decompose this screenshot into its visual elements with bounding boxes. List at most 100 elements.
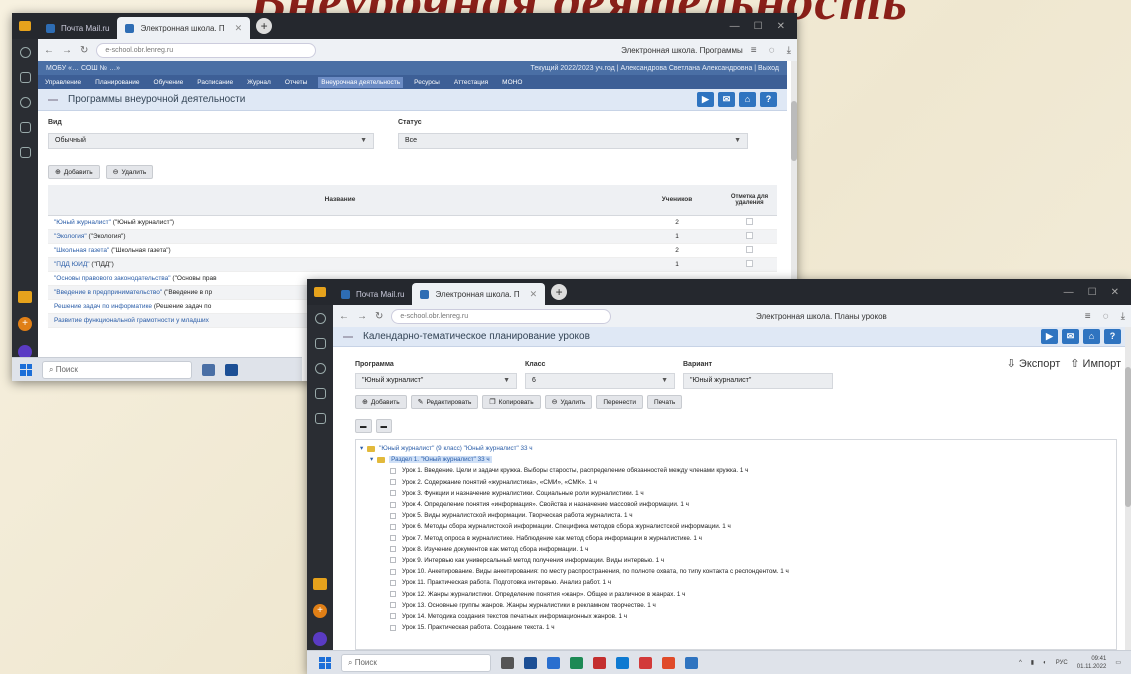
export-link[interactable]: ⇩ Экспорт — [1007, 357, 1061, 370]
new-tab-icon[interactable]: + — [551, 284, 568, 300]
expand-all-icon[interactable]: ▬ — [375, 419, 392, 433]
download-icon[interactable]: ⤓ — [787, 45, 791, 56]
windows-start-icon[interactable] — [319, 656, 331, 669]
tray-chevron-icon[interactable]: ^ — [1019, 660, 1022, 666]
sidebar-plus-icon[interactable]: + — [18, 317, 32, 331]
lesson-item[interactable]: Урок 12. Жанры журналистики. Определение… — [356, 588, 1116, 599]
reload-icon[interactable]: ↻ — [80, 45, 88, 56]
class-select[interactable]: 6 ▼ — [525, 373, 675, 389]
window-close-icon[interactable]: ✕ — [777, 21, 785, 32]
sidebar-downloads-icon[interactable] — [314, 388, 326, 399]
app-red-icon[interactable] — [593, 656, 606, 669]
back-arrow-icon[interactable]: ← — [44, 45, 54, 56]
lesson-item[interactable]: Урок 14. Методика создания текстов печат… — [356, 611, 1116, 622]
view-select[interactable]: Обычный ▼ — [48, 133, 374, 149]
taskview-icon[interactable] — [501, 656, 514, 669]
yandex-icon[interactable] — [639, 656, 652, 669]
taskview-icon[interactable] — [202, 363, 215, 376]
table-row[interactable]: "Школьная газета" ("Школьная газета") 2 — [48, 243, 777, 258]
row-checkbox[interactable] — [746, 259, 753, 267]
sidebar-add-icon[interactable] — [314, 363, 326, 374]
front-tab-mail[interactable]: Почта Mail.ru — [333, 283, 412, 305]
status-select[interactable]: Все ▼ — [398, 133, 748, 149]
maximize-icon[interactable]: ☐ — [754, 21, 763, 32]
language-icon[interactable]: РУС — [1056, 660, 1068, 666]
lesson-item[interactable]: Урок 13. Основные группы жанров. Жанры ж… — [356, 600, 1116, 611]
word-icon[interactable] — [685, 656, 698, 669]
front-tab-eschool[interactable]: Электронная школа. П ✕ — [412, 283, 546, 305]
extensions-icon[interactable]: ◌ — [769, 45, 775, 56]
menu-item-active[interactable]: Внеурочная деятельность — [318, 76, 404, 88]
menu-item[interactable]: Отчеты — [282, 77, 310, 88]
back-tab-mail[interactable]: Почта Mail.ru — [38, 17, 117, 39]
menu-item[interactable]: Ресурсы — [411, 77, 443, 88]
program-select[interactable]: "Юный журналист" ▼ — [355, 373, 517, 389]
chat-button[interactable]: ✉ — [1062, 329, 1079, 344]
taskbar-search-input[interactable]: ⌕ Поиск — [42, 360, 192, 379]
minimize-icon[interactable]: — — [1064, 287, 1074, 298]
menu-item[interactable]: Журнал — [244, 77, 274, 88]
lesson-item[interactable]: Урок 9. Интервью как универсальный метод… — [356, 555, 1116, 566]
front-scrollbar[interactable] — [1125, 327, 1131, 650]
lesson-checkbox[interactable] — [390, 591, 396, 598]
lesson-item[interactable]: Урок 11. Практическая работа. Подготовка… — [356, 577, 1116, 588]
tree-root[interactable]: ▾ "Юный журналист" (9 класс) "Юный журнал… — [356, 443, 1116, 454]
tree-section[interactable]: ▾ Раздел 1. "Юный журналист" 33 ч — [356, 454, 1116, 465]
add-button[interactable]: ⊕ Добавить — [355, 395, 407, 409]
table-row[interactable]: "ПДД ЮИД" ("ПДД") 1 — [48, 257, 777, 272]
url-input[interactable]: e-school.obr.lenreg.ru — [96, 42, 317, 58]
extensions-icon[interactable]: ◌ — [1103, 311, 1109, 322]
sidebar-screen-icon[interactable] — [314, 413, 326, 424]
app-green-icon[interactable] — [570, 656, 583, 669]
download-icon[interactable]: ⤓ — [1121, 311, 1125, 322]
menu-item[interactable]: Планирование — [92, 77, 142, 88]
forward-arrow-icon[interactable]: → — [357, 311, 367, 322]
lesson-item[interactable]: Урок 8. Изучение документов как метод сб… — [356, 544, 1116, 555]
edit-button[interactable]: ✎ Редактировать — [410, 395, 479, 409]
lesson-checkbox[interactable] — [390, 546, 396, 553]
chat-button[interactable]: ✉ — [718, 92, 735, 107]
lesson-checkbox[interactable] — [390, 501, 396, 508]
import-link[interactable]: ⇧ Импорт — [1070, 357, 1121, 370]
print-button[interactable]: Печать — [646, 395, 683, 409]
reload-icon[interactable]: ↻ — [375, 311, 383, 322]
lesson-checkbox[interactable] — [390, 535, 396, 542]
close-icon[interactable]: ✕ — [235, 23, 243, 34]
windows-start-icon[interactable] — [20, 363, 32, 376]
lesson-item[interactable]: Урок 4. Определение понятия «информация»… — [356, 499, 1116, 510]
table-row[interactable]: "Экология" ("Экология") 1 — [48, 229, 777, 244]
expand-icon[interactable]: ▾ — [360, 445, 363, 452]
lesson-checkbox[interactable] — [390, 523, 396, 530]
add-button[interactable]: ⊕ Добавить — [48, 165, 100, 179]
lesson-item[interactable]: Урок 7. Метод опроса в журналистике. Наб… — [356, 533, 1116, 544]
new-tab-icon[interactable]: + — [256, 18, 273, 34]
sidebar-clock-icon[interactable] — [19, 47, 31, 58]
sidebar-downloads-icon[interactable] — [19, 122, 31, 133]
collapse-all-icon[interactable]: ▬ — [355, 419, 372, 433]
lesson-checkbox[interactable] — [390, 490, 396, 497]
volume-icon[interactable]: ◐ — [1043, 660, 1047, 666]
user-info[interactable]: Текущий 2022/2023 уч.год | Александрова … — [530, 65, 779, 72]
home-button[interactable]: ⌂ — [1083, 329, 1100, 344]
lesson-checkbox[interactable] — [390, 579, 396, 586]
lesson-item[interactable]: Урок 6. Методы сбора журналистской инфор… — [356, 521, 1116, 532]
menu-item[interactable]: Управление — [42, 77, 84, 88]
menu-item[interactable]: МОНО — [499, 77, 525, 88]
sidebar-crown-icon[interactable] — [313, 578, 327, 590]
network-icon[interactable]: ▮ — [1031, 659, 1034, 666]
menu-item[interactable]: Аттестация — [451, 77, 491, 88]
expand-icon[interactable]: ▾ — [370, 456, 373, 463]
sidebar-clock-icon[interactable] — [314, 313, 326, 324]
home-button[interactable]: ⌂ — [739, 92, 756, 107]
back-arrow-icon[interactable]: ← — [339, 311, 349, 322]
menu-item[interactable]: Обучение — [151, 77, 187, 88]
maximize-icon[interactable]: ☐ — [1088, 287, 1097, 298]
app-icon[interactable] — [225, 363, 238, 376]
row-checkbox[interactable] — [746, 245, 753, 253]
sidebar-crown-icon[interactable] — [18, 291, 32, 303]
lesson-checkbox[interactable] — [390, 479, 396, 486]
lesson-item[interactable]: Урок 15. Практическая работа. Создание т… — [356, 622, 1116, 633]
close-icon[interactable]: ✕ — [530, 289, 538, 300]
lesson-item[interactable]: Урок 10. Анкетирование. Виды анкетирован… — [356, 566, 1116, 577]
video-help-button[interactable]: ▶ — [697, 92, 714, 107]
